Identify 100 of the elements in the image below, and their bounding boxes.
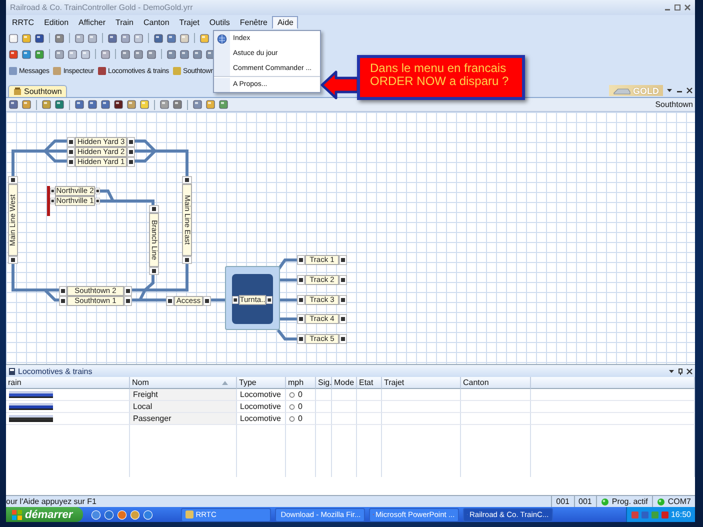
pin-icon[interactable] (677, 368, 684, 374)
toolbar-icon[interactable] (21, 99, 32, 110)
toolbar-icon[interactable] (21, 48, 32, 60)
column-header[interactable]: Canton (461, 377, 531, 389)
column-label: Trajet (384, 378, 404, 387)
table-cell (461, 401, 531, 413)
table-cell: Locomotive (240, 414, 281, 423)
block-end-icon (182, 176, 192, 184)
table-cell: Local (133, 402, 152, 411)
menu-item[interactable]: Fenêtre (234, 16, 272, 29)
dropdown-icon[interactable] (668, 368, 675, 374)
toolbar-icon[interactable] (54, 32, 65, 44)
locomotive-picture (9, 403, 53, 410)
toolbar-icon[interactable] (133, 48, 144, 60)
toolbar-icon[interactable] (41, 99, 52, 110)
table-cell (461, 389, 531, 401)
menu-item[interactable]: Trajet (174, 16, 204, 29)
quick-launch-icon[interactable] (142, 510, 153, 520)
callout-text: Dans le menu en francais (370, 62, 508, 75)
status-text: 001 (556, 497, 570, 506)
toolbar-icon[interactable] (120, 48, 131, 60)
quick-launch-icon[interactable] (90, 510, 101, 520)
table-cell (332, 389, 357, 401)
toolbar-icon[interactable] (74, 99, 85, 110)
column-header[interactable]: Mode (332, 377, 357, 389)
toolbar-icon[interactable] (34, 32, 45, 44)
column-label: Nom (132, 378, 149, 387)
window-title: Railroad & Co. TrainController Gold - DemoGold.yrr (10, 3, 193, 12)
toolbar-icon[interactable] (166, 32, 177, 44)
toolbar-icon[interactable] (113, 99, 124, 110)
maximize-icon[interactable] (674, 4, 681, 11)
toolbar-icon[interactable] (54, 99, 65, 110)
layout-icon (13, 87, 22, 96)
column-header[interactable]: Type (237, 377, 286, 389)
menu-item[interactable]: Outils (204, 16, 235, 29)
column-header[interactable]: mph (286, 377, 316, 389)
toolbar-icon[interactable] (87, 99, 98, 110)
table-cell: Freight (133, 390, 158, 399)
toolbar-icon[interactable] (54, 48, 65, 60)
table-cell (357, 401, 382, 413)
locomotive-picture (9, 391, 53, 398)
quick-launch-icon[interactable] (116, 510, 127, 520)
menu-item[interactable]: Afficher (74, 16, 111, 29)
menu-item[interactable]: Edition (39, 16, 74, 29)
toolbar-icon[interactable] (218, 99, 229, 110)
document-tab[interactable]: Southtown (8, 85, 67, 97)
toolbar-icon[interactable] (146, 48, 157, 60)
view-title: Southtown (655, 100, 694, 109)
menu-item[interactable]: RRTC (7, 16, 40, 29)
table-cell: Locomotive (240, 402, 281, 411)
column-label: Type (239, 378, 256, 387)
toolbar-icon[interactable] (100, 99, 111, 110)
toolbar-icon[interactable] (8, 48, 19, 60)
toolbar-icon[interactable] (172, 99, 183, 110)
edition-name: GOLD (633, 86, 659, 96)
column-label: mph (288, 378, 304, 387)
menu-item[interactable]: Aide (272, 16, 298, 29)
column-header[interactable]: Etat (357, 377, 382, 389)
menu-item[interactable]: Canton (138, 16, 174, 29)
column-header[interactable]: rain (6, 377, 130, 389)
toolbar-icon[interactable] (192, 99, 203, 110)
panel-icon (97, 66, 107, 76)
status-text: 001 (578, 497, 592, 506)
quick-launch-icon[interactable] (104, 510, 114, 520)
block-end-icon (266, 295, 273, 305)
column-label: Etat (359, 378, 374, 387)
panel-title: Locomotives & trains (18, 366, 92, 376)
toolbar-icon[interactable] (192, 48, 203, 60)
indicator-circle-icon (289, 392, 295, 398)
close-icon[interactable] (684, 4, 691, 11)
panel-icon (52, 66, 62, 76)
table-cell: Passenger (133, 414, 172, 423)
toolbar-icon[interactable] (8, 99, 19, 110)
status-text: Prog. actif (612, 497, 648, 506)
column-label: Mode (334, 378, 354, 387)
toolbar-icon[interactable] (166, 48, 177, 60)
column-header[interactable]: Nom (130, 377, 237, 389)
panel-icon (172, 66, 182, 76)
dropdown-icon[interactable] (666, 87, 673, 94)
column-header[interactable]: Trajet (382, 377, 461, 389)
clock: 16:50 (670, 510, 691, 519)
close-icon[interactable] (686, 368, 693, 374)
status-text: COM7 (668, 497, 691, 506)
table-cell (332, 413, 357, 425)
toolbar-icon[interactable] (159, 99, 170, 110)
toolbar-icon[interactable] (120, 32, 131, 44)
toolbar-icon[interactable] (179, 48, 190, 60)
panel-icon (8, 66, 18, 76)
table-cell (461, 413, 531, 425)
indicator-circle-icon (289, 416, 295, 422)
toolbar-icon[interactable] (126, 99, 137, 110)
toolbar-icon[interactable] (153, 32, 164, 44)
close-icon[interactable] (686, 87, 693, 94)
toolbar-icon[interactable] (205, 99, 216, 110)
menu-item[interactable]: Train (110, 16, 138, 29)
table-cell (332, 401, 357, 413)
toolbar-icon[interactable] (34, 48, 45, 60)
quick-launch-icon[interactable] (130, 510, 140, 520)
block-end-icon (166, 296, 174, 306)
toolbar-icon[interactable] (107, 32, 118, 44)
